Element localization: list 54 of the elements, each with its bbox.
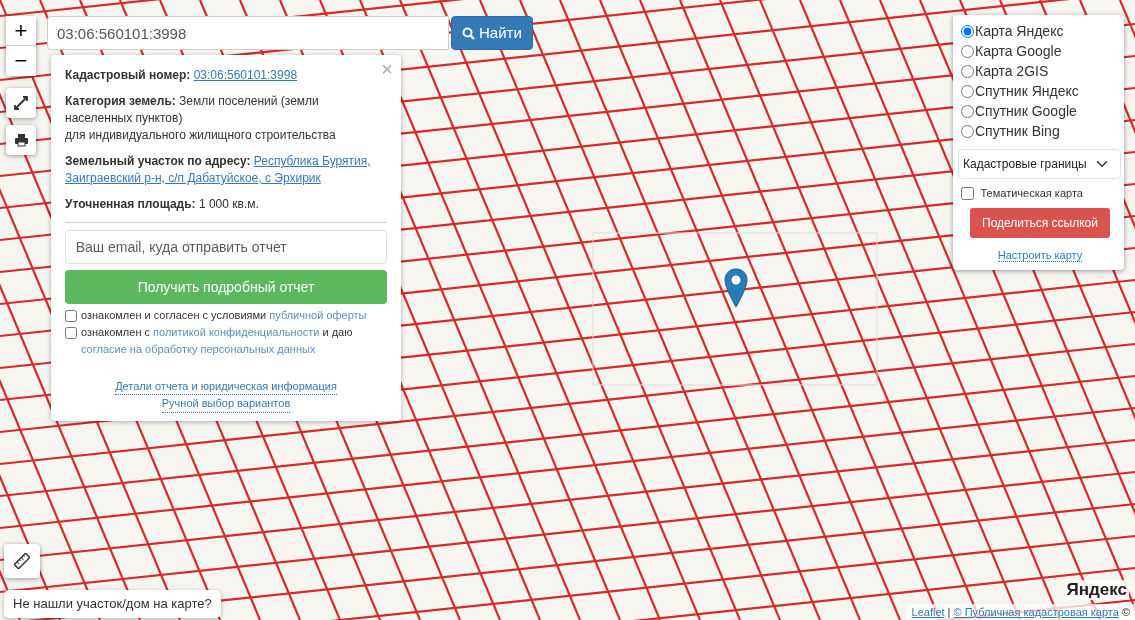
- layer-label: Карта Яндекс: [975, 22, 1064, 41]
- agreement-text: и даю: [321, 325, 354, 341]
- layer-label: Спутник Яндекс: [975, 82, 1079, 101]
- cadastral-map-link[interactable]: © Публичная кадастровая карта: [953, 603, 1119, 620]
- zoom-out-button[interactable]: −: [6, 46, 36, 76]
- copyright-text: ©: [1121, 604, 1130, 620]
- overlay-select[interactable]: Кадастровые границы: [958, 149, 1121, 179]
- agreement-checkbox[interactable]: [65, 327, 77, 340]
- map-layer-radio[interactable]: [961, 44, 974, 58]
- address-link[interactable]: Заиграевский р-н, с/п Дабатуйское, с Эрхирик: [65, 171, 321, 185]
- cadastral-number-link[interactable]: 03:06:560101:3998: [193, 68, 298, 82]
- email-field[interactable]: Ваш email, куда отправить отчет: [65, 229, 387, 264]
- map-marker-icon[interactable]: [724, 268, 748, 308]
- details-link[interactable]: Детали отчета и юридическая информация: [115, 377, 337, 396]
- search-field[interactable]: 03:06:560101:3998: [47, 16, 449, 50]
- expand-icon: [14, 96, 28, 110]
- address-link[interactable]: Республика Бурятия,: [253, 154, 371, 168]
- agreement-link[interactable]: публичной оферты: [269, 307, 367, 325]
- separator-text: |: [947, 604, 951, 620]
- field-label: Кадастровый номер:: [65, 68, 191, 82]
- layer-label: Карта Google: [975, 42, 1062, 61]
- area-text: Уточненная площадь: 1 000 кв.м.: [65, 196, 260, 213]
- agreement-text: ознакомлен с: [81, 325, 151, 341]
- agreement-text: ознакомлен и согласен с условиями: [81, 308, 268, 324]
- field-label: Земельный участок по адресу:: [65, 154, 251, 168]
- agreement-link[interactable]: согласие на обработку персональных данных: [81, 341, 316, 359]
- zoom-in-button[interactable]: +: [6, 16, 36, 46]
- map-layer-radio[interactable]: [961, 24, 974, 38]
- checkbox-label: Тематическая карта: [980, 186, 1083, 201]
- not-found-button[interactable]: Не нашли участок/дом на карте?: [4, 590, 221, 618]
- agreement-link[interactable]: политикой конфиденциальности: [153, 324, 320, 342]
- layer-label: Карта 2GIS: [975, 62, 1049, 81]
- map-layer-radio[interactable]: [961, 64, 974, 78]
- map-layer-radio[interactable]: [961, 124, 974, 138]
- layer-label: Спутник Bing: [975, 122, 1060, 141]
- map-layer-radio[interactable]: [961, 104, 974, 118]
- thematic-checkbox[interactable]: [961, 186, 974, 200]
- layer-label: Спутник Google: [975, 102, 1077, 121]
- ruler-icon: [14, 553, 30, 569]
- search-icon: [462, 26, 475, 40]
- ruler-button[interactable]: [4, 544, 40, 578]
- land-category-text: Категория земель: Земли поселений (земли населенных пунктов) для индивидуального жилищного строительства: [65, 93, 337, 144]
- configure-map-link[interactable]: Настроить карту: [997, 248, 1083, 262]
- agreement-checkbox[interactable]: [65, 310, 77, 323]
- map-layer-radio[interactable]: [961, 84, 974, 98]
- get-report-button[interactable]: Получить подробный отчет: [65, 270, 387, 304]
- fullscreen-button[interactable]: [6, 88, 36, 118]
- share-link-button[interactable]: Поделиться ссылкой: [970, 208, 1110, 238]
- provider-logo: Яндекс: [1064, 580, 1129, 600]
- details-link[interactable]: Ручной выбор вариантов: [161, 395, 291, 413]
- leaflet-link[interactable]: Leaflet: [911, 603, 945, 620]
- print-button[interactable]: [6, 125, 36, 155]
- printer-icon: [13, 133, 29, 147]
- find-button[interactable]: Найти: [451, 16, 533, 50]
